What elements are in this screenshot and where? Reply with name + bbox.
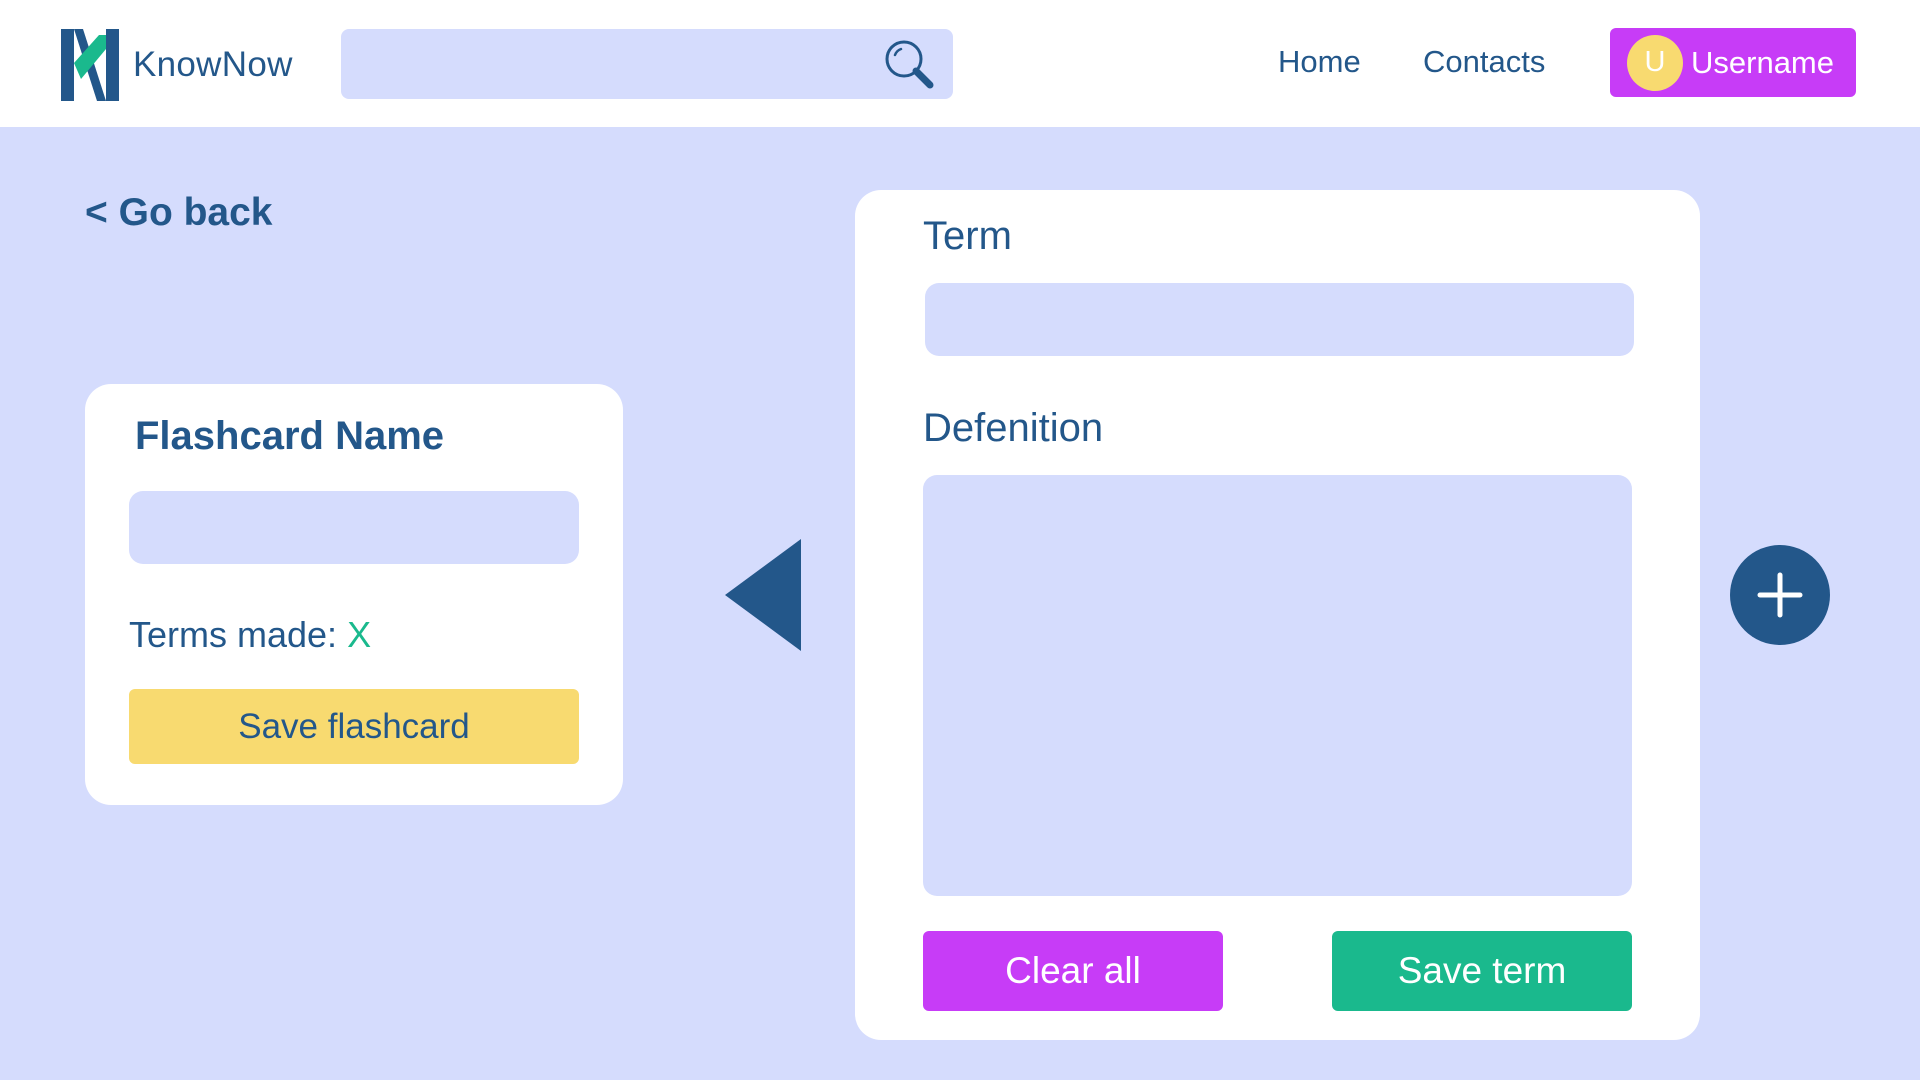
flashcard-name-label: Flashcard Name (135, 414, 445, 458)
brand-name: KnowNow (133, 45, 293, 84)
user-menu-button[interactable]: U Username (1610, 28, 1856, 97)
flashcard-name-input[interactable] (129, 491, 579, 564)
term-input[interactable] (925, 283, 1634, 356)
add-term-button[interactable] (1730, 545, 1830, 645)
save-flashcard-button[interactable]: Save flashcard (129, 689, 579, 764)
logo-mark-icon (61, 29, 119, 101)
nav-contacts-link[interactable]: Contacts (1423, 44, 1545, 80)
triangle-left-icon[interactable] (725, 539, 801, 651)
term-label: Term (923, 214, 1012, 258)
definition-textarea[interactable] (923, 475, 1632, 896)
top-bar: KnowNow Home Contacts U Username (0, 0, 1920, 127)
search-input[interactable] (341, 29, 953, 99)
brand-logo[interactable]: KnowNow (61, 29, 293, 101)
search-icon[interactable] (883, 38, 935, 90)
clear-all-button[interactable]: Clear all (923, 931, 1223, 1011)
terms-made-count: X (347, 614, 372, 655)
definition-label: Defenition (923, 406, 1104, 450)
flashcard-panel: Flashcard Name Terms made: X Save flashc… (85, 384, 623, 805)
terms-made-label: Terms made: (129, 614, 338, 655)
go-back-link[interactable]: < Go back (85, 191, 273, 235)
user-name: Username (1691, 44, 1834, 80)
save-term-button[interactable]: Save term (1332, 931, 1632, 1011)
plus-icon (1757, 572, 1803, 618)
nav-home-link[interactable]: Home (1278, 44, 1361, 80)
avatar: U (1627, 34, 1683, 91)
terms-made-text: Terms made: X (129, 614, 371, 656)
term-editor-panel: Term Defenition Clear all Save term (855, 190, 1700, 1040)
